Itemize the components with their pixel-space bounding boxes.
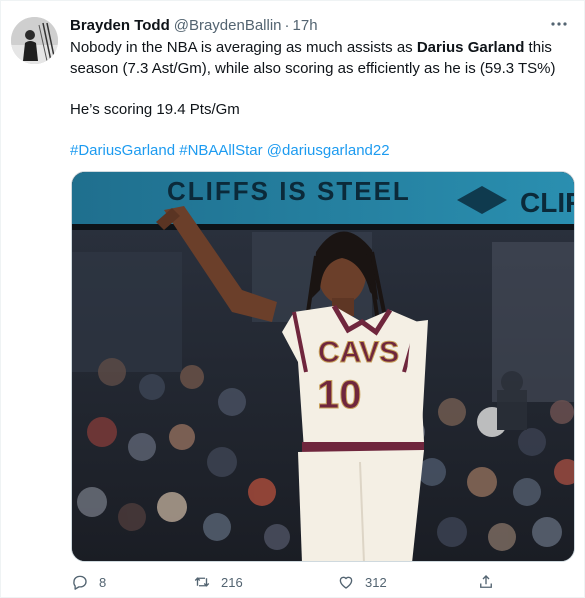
mention-link[interactable]: @dariusgarland22 — [267, 142, 390, 159]
author-name[interactable]: Brayden Todd — [70, 16, 170, 36]
tweet-timestamp[interactable]: 17h — [293, 16, 318, 36]
more-options-button[interactable] — [548, 13, 570, 35]
reply-count: 8 — [99, 574, 107, 590]
like-icon — [339, 576, 353, 589]
like-button[interactable]: 312 — [337, 573, 387, 591]
arena-banner-text-right: CLIF — [520, 187, 575, 218]
reply-icon — [73, 575, 87, 590]
bold-player-name: Darius Garland — [416, 39, 525, 56]
more-icon — [551, 22, 567, 26]
tweet-header: Brayden Todd @BraydenBallin · 17h — [70, 16, 318, 36]
like-count: 312 — [365, 574, 387, 590]
reply-button[interactable]: 8 — [71, 573, 106, 591]
tweet-actions-bar: 8 216 312 — [69, 573, 509, 597]
avatar[interactable] — [11, 17, 58, 64]
tweet-photo[interactable]: CLIFFS IS STEEL CLIF — [71, 171, 575, 562]
share-icon — [480, 575, 492, 588]
tweet-paragraph-1: Nobody in the NBA is averaging as much a… — [70, 39, 556, 77]
header-separator: · — [284, 17, 290, 34]
jersey-number-text: 10 — [317, 373, 362, 417]
retweet-icon — [194, 577, 210, 587]
author-handle[interactable]: @BraydenBallin — [174, 16, 282, 36]
tweet-tags: #DariusGarland #NBAAllStar @dariusgarlan… — [70, 140, 570, 161]
share-button[interactable] — [477, 573, 495, 591]
hashtag-link[interactable]: #DariusGarland — [70, 142, 175, 159]
hashtag-link[interactable]: #NBAAllStar — [179, 142, 262, 159]
arena-banner-text: CLIFFS IS STEEL — [167, 176, 411, 206]
tweet-card[interactable]: Brayden Todd @BraydenBallin · 17h Nobody… — [0, 0, 585, 598]
retweet-count: 216 — [221, 574, 243, 590]
tweet-paragraph-2: He’s scoring 19.4 Pts/Gm — [70, 101, 240, 118]
jersey-team-text: CAVS — [318, 336, 399, 369]
retweet-button[interactable]: 216 — [193, 573, 243, 591]
tweet-text: Nobody in the NBA is averaging as much a… — [70, 37, 570, 161]
